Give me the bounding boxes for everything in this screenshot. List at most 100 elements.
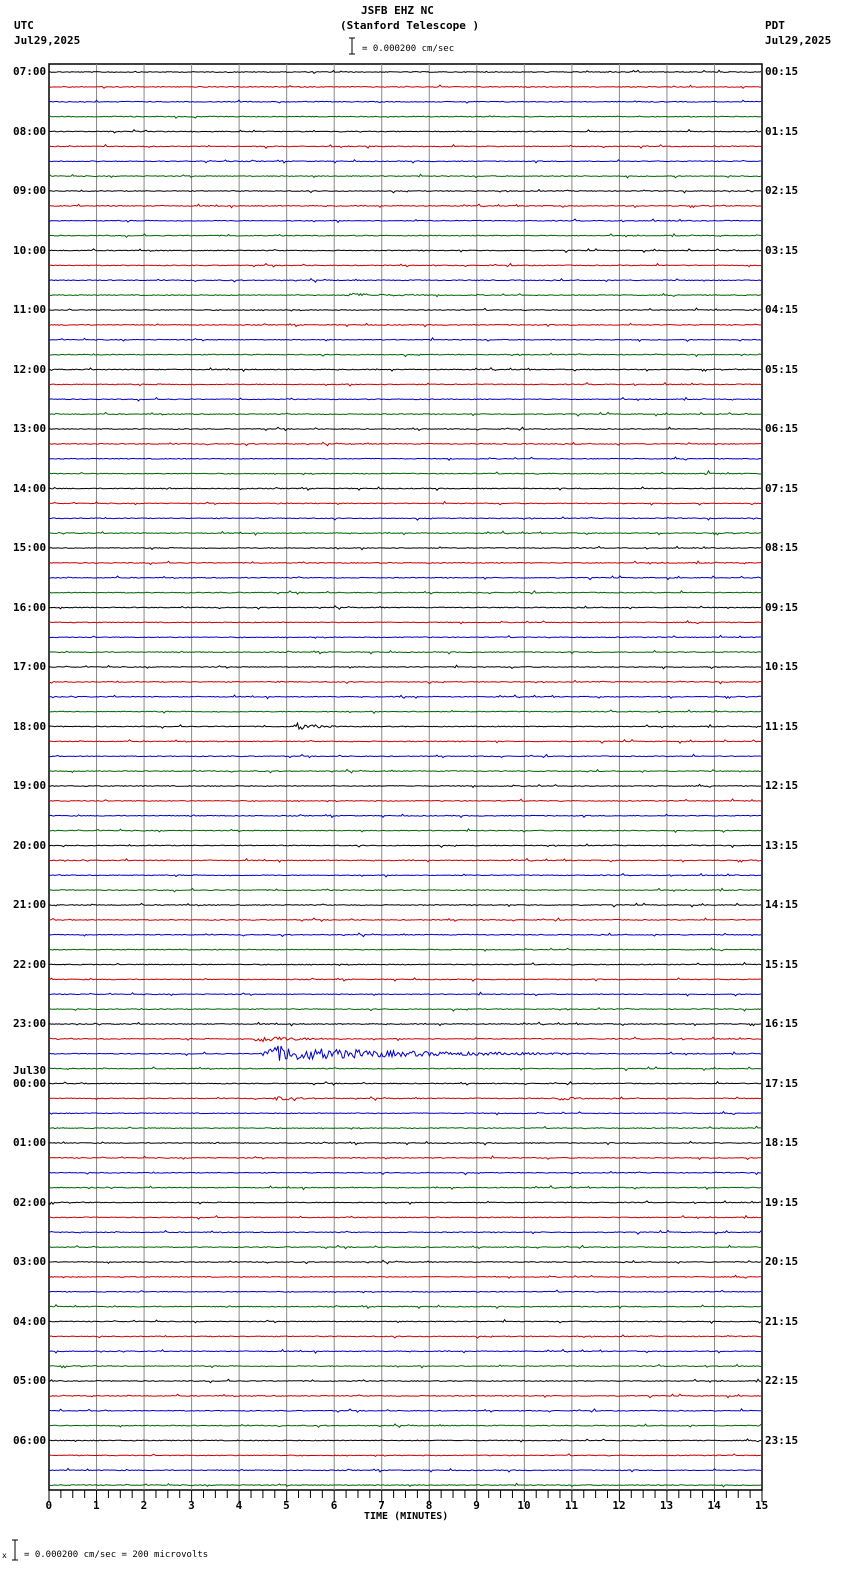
utc-hour-label: 05:00 [13, 1374, 47, 1387]
trace-line [49, 307, 762, 312]
pdt-hour-label: 09:15 [765, 600, 799, 614]
utc-hour-label: 20:00 [13, 838, 47, 852]
x-tick-label: 3 [188, 1499, 195, 1512]
trace-line [48, 530, 762, 536]
pdt-hour-label: 22:15 [765, 1374, 799, 1387]
trace-line [48, 738, 762, 744]
trace-line [48, 1170, 762, 1176]
trace-line [48, 426, 762, 432]
utc-hour-label: 14:00 [13, 481, 47, 495]
trace-line [48, 932, 762, 938]
x-tick-label: 5 [283, 1499, 290, 1512]
trace-line [48, 560, 762, 566]
trace-line [48, 469, 761, 476]
pdt-hour-label: 11:15 [765, 719, 799, 733]
trace-line [48, 1185, 762, 1191]
trace-line [48, 352, 762, 358]
trace-line [48, 1200, 761, 1206]
pdt-hour-label: 01:15 [765, 124, 799, 138]
trace-line [48, 768, 762, 774]
utc-hour-label: 13:00 [13, 422, 47, 435]
trace-line [48, 277, 762, 283]
trace-line [48, 441, 762, 447]
utc-hour-label: 18:00 [13, 719, 47, 733]
trace-line [48, 516, 762, 521]
trace-line [48, 589, 762, 595]
trace-line [48, 456, 762, 461]
x-tick-label: 1 [93, 1499, 100, 1512]
x-tick-label: 14 [707, 1499, 721, 1512]
trace-line [48, 366, 762, 373]
trace-line [48, 115, 762, 119]
trace-line [48, 721, 762, 731]
pdt-hour-label: 03:15 [765, 243, 799, 257]
trace-line [48, 233, 762, 239]
utc-hour-label: 11:00 [13, 303, 47, 316]
trace-line [48, 337, 762, 343]
trace-line [48, 545, 762, 551]
pdt-hour-label: 23:15 [765, 1433, 799, 1447]
pdt-hour-label: 16:15 [765, 1017, 799, 1030]
trace-line [48, 1080, 762, 1086]
trace-line [49, 1259, 762, 1265]
pdt-hour-label: 08:15 [765, 541, 799, 554]
utc-hour-label: 03:00 [13, 1255, 47, 1268]
trace-line [49, 1348, 762, 1354]
pdt-hour-label: 17:15 [765, 1076, 799, 1090]
trace-line [48, 575, 762, 581]
trace-line [48, 827, 762, 834]
trace-line [48, 396, 762, 402]
trace-line [48, 143, 762, 149]
trace-line [48, 783, 762, 789]
pdt-hour-label: 13:15 [765, 838, 799, 852]
x-tick-label: 2 [140, 1499, 148, 1512]
trace-line [48, 1214, 762, 1220]
trace-line [48, 991, 762, 997]
trace-line [48, 1155, 762, 1161]
pdt-hour-label: 07:15 [765, 481, 799, 495]
trace-line [49, 1423, 762, 1429]
x-tick-label: 7 [378, 1499, 385, 1512]
trace-line [48, 173, 762, 179]
x-tick-label: 13 [659, 1499, 674, 1512]
trace-line [48, 1036, 762, 1043]
trace-line [48, 620, 762, 625]
utc-hour-label: 06:00 [13, 1433, 47, 1447]
x-tick-label: 10 [517, 1499, 531, 1512]
trace-line [49, 500, 762, 506]
trace-line [48, 753, 762, 759]
trace-line [49, 872, 762, 878]
trace-line [48, 1318, 762, 1324]
trace-line [48, 1334, 761, 1339]
trace-line [48, 1021, 762, 1027]
utc-hour-label: 01:00 [13, 1136, 47, 1149]
pdt-hour-label: 21:15 [765, 1314, 799, 1328]
trace-line [48, 1408, 761, 1413]
trace-line [48, 69, 762, 74]
trace-line [48, 679, 762, 685]
trace-line [48, 262, 762, 268]
trace-line [48, 1125, 761, 1130]
pdt-hour-label: 04:15 [765, 303, 799, 316]
utc-hour-label: 00:00 [13, 1076, 47, 1090]
x-tick-label: 12 [612, 1499, 626, 1512]
trace-line [49, 947, 762, 952]
trace-line [48, 634, 762, 639]
date-change-label: Jul30 [13, 1063, 47, 1077]
trace-line [48, 977, 762, 982]
utc-hour-label: 19:00 [13, 779, 47, 792]
trace-line [48, 188, 762, 194]
trace-line [48, 605, 762, 611]
trace-line [48, 664, 762, 670]
utc-hour-label: 04:00 [13, 1314, 47, 1328]
trace-line [48, 381, 762, 387]
x-tick-label: 0 [45, 1499, 53, 1512]
pdt-hour-label: 14:15 [765, 898, 799, 911]
trace-line [48, 322, 761, 328]
trace-line [48, 486, 762, 492]
trace-line [48, 917, 762, 923]
pdt-hour-label: 19:15 [765, 1195, 799, 1209]
utc-hour-label: 17:00 [13, 660, 47, 673]
trace-line [48, 1110, 762, 1116]
trace-line [49, 902, 762, 908]
